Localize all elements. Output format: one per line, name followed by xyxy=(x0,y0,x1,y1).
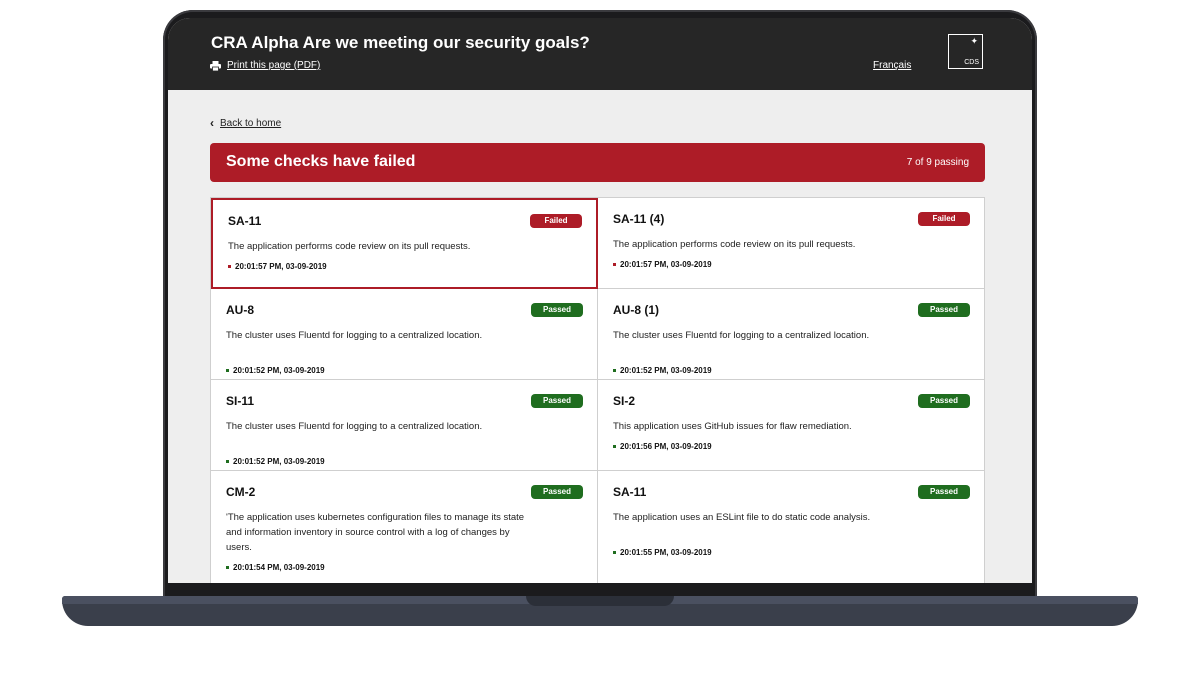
check-timestamp: 20:01:52 PM, 03-09-2019 xyxy=(620,366,712,375)
language-toggle-link[interactable]: Français xyxy=(873,60,911,71)
back-to-home-link[interactable]: Back to home xyxy=(220,118,281,129)
check-name: SI-2 xyxy=(613,394,636,408)
check-name: AU-8 xyxy=(226,303,255,317)
check-timestamp: 20:01:52 PM, 03-09-2019 xyxy=(233,366,325,375)
status-badge: Passed xyxy=(918,485,970,499)
status-dot-icon xyxy=(613,369,616,372)
check-card[interactable]: SA-11 Passed The application uses an ESLin… xyxy=(598,471,985,583)
check-card[interactable]: AU-8 (1) Passed The cluster uses Fluentd f… xyxy=(598,289,985,380)
check-description: The application uses an ESLint file to d… xyxy=(613,512,871,523)
check-description: 'The application uses kubernetes configu… xyxy=(226,512,525,553)
status-badge: Passed xyxy=(531,303,583,317)
page-title: CRA Alpha Are we meeting our security go… xyxy=(211,33,590,52)
check-timestamp-row: 20:01:55 PM, 03-09-2019 xyxy=(613,548,712,557)
status-dot-icon xyxy=(226,566,229,569)
chevron-left-icon: ‹ xyxy=(210,116,214,130)
check-name: SA-11 xyxy=(613,485,647,499)
check-timestamp-row: 20:01:57 PM, 03-09-2019 xyxy=(613,260,712,269)
status-badge: Passed xyxy=(918,303,970,317)
passing-count: 7 of 9 passing xyxy=(906,157,969,168)
check-name: SA-11 xyxy=(228,214,262,228)
sparkle-icon: ✦ xyxy=(970,36,978,46)
check-name: CM-2 xyxy=(226,485,256,499)
check-timestamp: 20:01:56 PM, 03-09-2019 xyxy=(620,442,712,451)
check-description: The application performs code review on … xyxy=(228,241,471,252)
status-badge: Passed xyxy=(531,485,583,499)
status-dot-icon xyxy=(613,445,616,448)
status-dot-icon xyxy=(613,551,616,554)
status-banner-title: Some checks have failed xyxy=(226,153,416,170)
check-name: SA-11 (4) xyxy=(613,212,665,226)
check-card[interactable]: SA-11 (4) Failed The application performs … xyxy=(598,198,985,289)
laptop-screen: CRA Alpha Are we meeting our security go… xyxy=(168,18,1032,583)
print-page-link[interactable]: Print this page (PDF) xyxy=(227,60,320,71)
check-card[interactable]: SI-11 Passed The cluster uses Fluentd for … xyxy=(211,380,598,471)
check-description: The cluster uses Fluentd for logging to … xyxy=(226,421,483,432)
status-badge: Passed xyxy=(531,394,583,408)
check-timestamp: 20:01:54 PM, 03-09-2019 xyxy=(233,563,325,572)
status-banner: Some checks have failed 7 of 9 passing xyxy=(210,143,985,182)
status-badge: Failed xyxy=(530,214,582,228)
check-card[interactable]: SA-11 Failed The application performs code… xyxy=(211,198,598,289)
check-card[interactable]: SI-2 Passed This application uses GitHub i… xyxy=(598,380,985,471)
check-description: This application uses GitHub issues for … xyxy=(613,421,852,432)
status-dot-icon xyxy=(613,263,616,266)
check-timestamp: 20:01:57 PM, 03-09-2019 xyxy=(620,260,712,269)
check-timestamp: 20:01:52 PM, 03-09-2019 xyxy=(233,457,325,466)
check-timestamp-row: 20:01:57 PM, 03-09-2019 xyxy=(228,262,327,271)
status-dot-icon xyxy=(228,265,231,268)
check-card[interactable]: CM-2 Passed 'The application uses kubernet… xyxy=(211,471,598,583)
check-description: The cluster uses Fluentd for logging to … xyxy=(226,330,483,341)
check-timestamp: 20:01:55 PM, 03-09-2019 xyxy=(620,548,712,557)
logo-text: CDS xyxy=(964,59,979,66)
check-timestamp: 20:01:57 PM, 03-09-2019 xyxy=(235,262,327,271)
printer-icon xyxy=(210,60,221,71)
status-dot-icon xyxy=(226,460,229,463)
check-timestamp-row: 20:01:52 PM, 03-09-2019 xyxy=(226,366,325,375)
check-timestamp-row: 20:01:56 PM, 03-09-2019 xyxy=(613,442,712,451)
status-badge: Failed xyxy=(918,212,970,226)
print-link-wrapper[interactable]: Print this page (PDF) xyxy=(210,60,320,71)
cds-logo: ✦ CDS xyxy=(948,34,983,69)
check-timestamp-row: 20:01:52 PM, 03-09-2019 xyxy=(613,366,712,375)
check-name: AU-8 (1) xyxy=(613,303,660,317)
check-description: The cluster uses Fluentd for logging to … xyxy=(613,330,870,341)
check-name: SI-11 xyxy=(226,394,255,408)
check-description: The application performs code review on … xyxy=(613,239,856,250)
check-card[interactable]: AU-8 Passed The cluster uses Fluentd for l… xyxy=(211,289,598,380)
checks-grid: SA-11 Failed The application performs code… xyxy=(210,197,985,583)
back-link-wrapper[interactable]: ‹ Back to home xyxy=(210,116,281,130)
site-header: CRA Alpha Are we meeting our security go… xyxy=(168,18,1032,90)
status-dot-icon xyxy=(226,369,229,372)
check-timestamp-row: 20:01:54 PM, 03-09-2019 xyxy=(226,563,325,572)
laptop-notch xyxy=(526,596,674,606)
status-badge: Passed xyxy=(918,394,970,408)
check-timestamp-row: 20:01:52 PM, 03-09-2019 xyxy=(226,457,325,466)
